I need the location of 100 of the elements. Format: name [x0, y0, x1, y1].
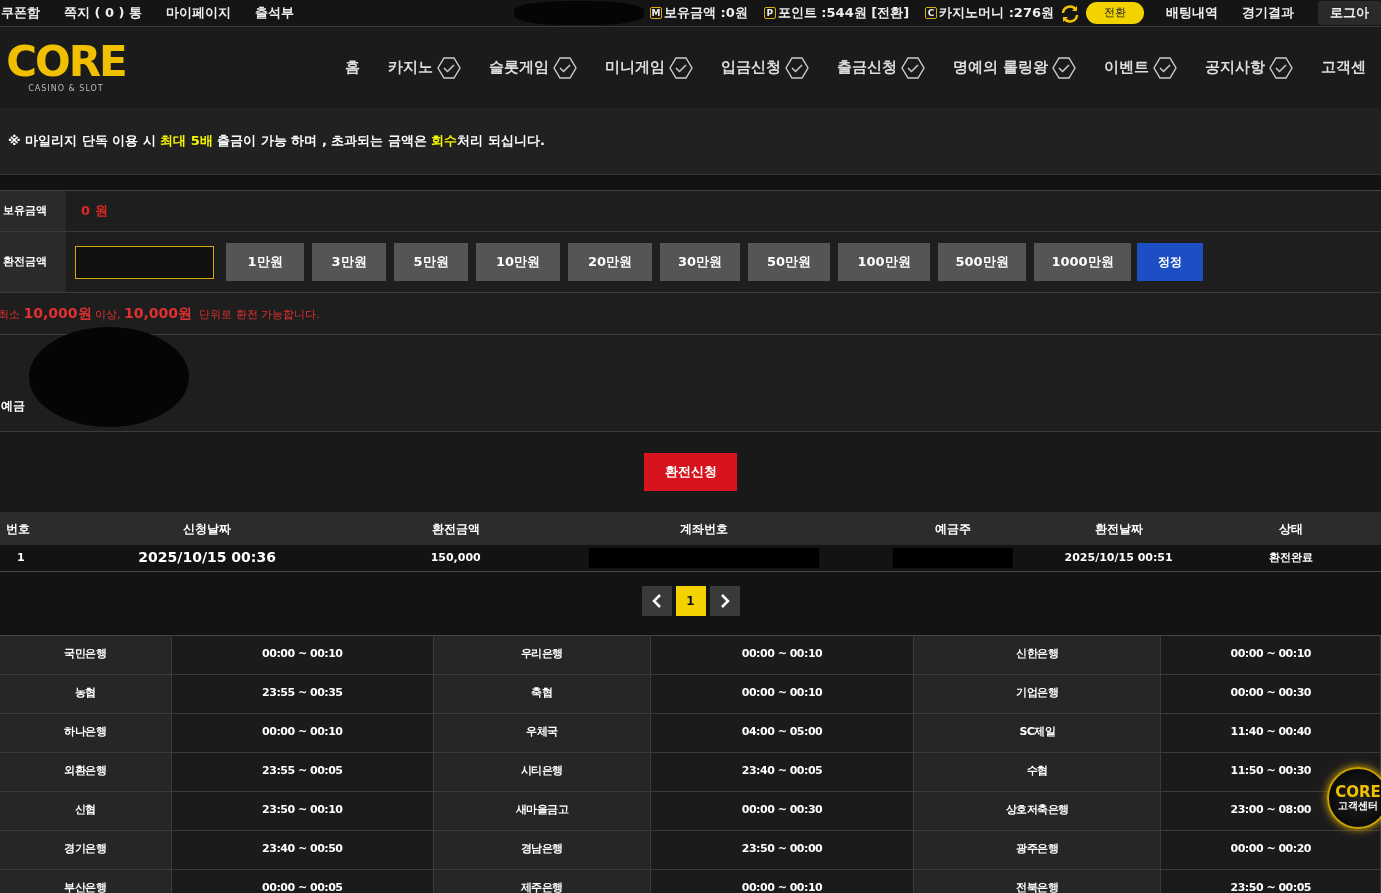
bank-cell: 새마을금고: [433, 791, 651, 830]
convert-button[interactable]: 전환: [1086, 1, 1144, 25]
badge-label: 고객센터: [1338, 800, 1378, 811]
wallet-icon: C: [925, 7, 938, 19]
bank-cell: 우체국: [433, 713, 651, 752]
amount-button[interactable]: 50만원: [748, 243, 830, 281]
wallet-unit: 원: [734, 4, 748, 23]
table-cell: 2025/10/15 00:51: [1035, 545, 1202, 571]
top-link[interactable]: 경기결과: [1242, 3, 1294, 23]
amount-button[interactable]: 5만원: [394, 243, 468, 281]
bank-cell: 광주은행: [913, 830, 1161, 869]
hours-cell: 23:55 ~ 00:35: [171, 674, 434, 713]
nav-link[interactable]: 공지사항: [1205, 55, 1294, 80]
notice-text: ※ 마일리지 단독 이용 시 최대 5배 출금이 가능 하며 , 초과되는 금액은 회수처리 되십니다.: [8, 132, 545, 151]
bank-cell: 상호저축은행: [913, 791, 1161, 830]
top-link[interactable]: 배팅내역: [1166, 3, 1218, 23]
page-button[interactable]: 1: [675, 585, 706, 616]
logo-text: CORE: [6, 40, 126, 83]
column-header: 번호: [0, 512, 42, 545]
chevron-left-icon: [651, 594, 662, 608]
bank-cell: 부산은행: [0, 869, 172, 893]
bank-cell: 축협: [433, 674, 651, 713]
wallet-value: 0: [725, 4, 735, 23]
bank-cell: 제주은행: [433, 869, 651, 893]
nav-link[interactable]: 미니게임: [605, 55, 693, 80]
nav-link[interactable]: 카지노: [388, 55, 461, 80]
refresh-icon[interactable]: [1060, 3, 1080, 23]
field-label: 보유금액: [0, 191, 66, 231]
hours-cell: 00:00 ~ 00:10: [650, 869, 914, 893]
hours-cell: 23:55 ~ 00:05: [171, 752, 434, 791]
table-cell: 환전완료: [1201, 545, 1381, 571]
bank-cell: 경기은행: [0, 830, 172, 869]
hours-cell: 04:00 ~ 05:00: [650, 713, 914, 752]
reset-button[interactable]: 정정: [1137, 243, 1203, 281]
bank-cell: 우리은행: [433, 635, 651, 674]
bank-cell: 농협: [0, 674, 172, 713]
wallet-icon: M: [650, 7, 663, 19]
amount-button[interactable]: 500만원: [938, 243, 1026, 281]
bank-cell: 수협: [913, 752, 1161, 791]
hours-cell: 23:40 ~ 00:50: [171, 830, 434, 869]
wallet-icon: P: [763, 7, 776, 19]
bank-cell: 하나은행: [0, 713, 172, 752]
nav-link[interactable]: 홈: [345, 56, 360, 79]
wallet-value: 276: [1013, 4, 1041, 23]
next-page-button[interactable]: [709, 585, 740, 616]
previous-page-button[interactable]: [641, 585, 672, 616]
field-label: 환전금액: [0, 232, 66, 292]
hours-cell: 23:50 ~ 00:10: [171, 791, 434, 830]
table-cell: 1: [0, 545, 42, 571]
column-header: 환전금액: [372, 512, 539, 545]
bank-cell: 신한은행: [913, 635, 1161, 674]
hours-cell: 00:00 ~ 00:10: [171, 635, 434, 674]
nav-link[interactable]: 고객센: [1321, 56, 1367, 79]
chevron-right-icon: [719, 594, 730, 608]
hours-cell: 00:00 ~ 00:10: [650, 674, 914, 713]
column-header: 예금주: [870, 512, 1036, 545]
top-link[interactable]: 쿠폰함: [1, 3, 40, 23]
wallet-label: 포인트 :: [777, 4, 827, 23]
amount-button[interactable]: 1만원: [226, 243, 304, 281]
hours-cell: 23:40 ~ 00:05: [650, 752, 914, 791]
bank-cell: 신협: [0, 791, 172, 830]
logout-button[interactable]: 로그아: [1318, 1, 1381, 25]
column-header: 상태: [1201, 512, 1381, 545]
amount-button[interactable]: 20만원: [568, 243, 652, 281]
amount-button[interactable]: 100만원: [838, 243, 930, 281]
table-cell: 2025/10/15 00:36: [41, 545, 373, 571]
hours-cell: 11:40 ~ 00:40: [1160, 713, 1381, 752]
amount-button[interactable]: 10만원: [476, 243, 560, 281]
nav-link[interactable]: 출금신청: [837, 55, 925, 80]
hours-cell: 23:50 ~ 00:05: [1160, 869, 1381, 893]
amount-button[interactable]: 30만원: [660, 243, 740, 281]
bank-cell: SC제일: [913, 713, 1161, 752]
wallet-unit: 원: [1041, 4, 1054, 23]
submit-button[interactable]: 환전신청: [644, 453, 737, 491]
nav-link[interactable]: 명예의 롤링왕: [953, 55, 1077, 80]
top-link[interactable]: 쪽지 ( 0 ) 통: [64, 3, 143, 23]
bank-cell: 경남은행: [433, 830, 651, 869]
column-header: 환전날짜: [1035, 512, 1202, 545]
bank-cell: 전북은행: [913, 869, 1161, 893]
wallet-label: 카지노머니 :: [939, 4, 1014, 23]
hours-cell: 00:00 ~ 00:30: [1160, 674, 1381, 713]
nav-link[interactable]: 이벤트: [1104, 55, 1178, 80]
wallet-label: 보유금액 :: [664, 4, 726, 23]
column-header: 신청날짜: [41, 512, 373, 545]
top-link[interactable]: 마이페이지: [166, 3, 232, 23]
hours-cell: 00:00 ~ 00:20: [1160, 830, 1381, 869]
wallet-value: 544: [826, 4, 854, 23]
amount-button[interactable]: 3만원: [312, 243, 386, 281]
top-link[interactable]: 출석부: [255, 3, 295, 23]
balance-value: 0 원: [80, 202, 108, 221]
amount-field[interactable]: [75, 245, 214, 279]
amount-button[interactable]: 1000만원: [1034, 243, 1131, 281]
bank-cell: 국민은행: [0, 635, 172, 674]
logo-tagline: CASINO & SLOT: [28, 82, 104, 95]
hours-cell: 00:00 ~ 00:05: [171, 869, 434, 893]
nav-link[interactable]: 슬롯게임: [489, 55, 577, 80]
field-label: 예금: [1, 398, 25, 415]
hours-cell: 00:00 ~ 00:30: [650, 791, 914, 830]
nav-link[interactable]: 입금신청: [721, 55, 809, 80]
hours-cell: 00:00 ~ 00:10: [650, 635, 914, 674]
